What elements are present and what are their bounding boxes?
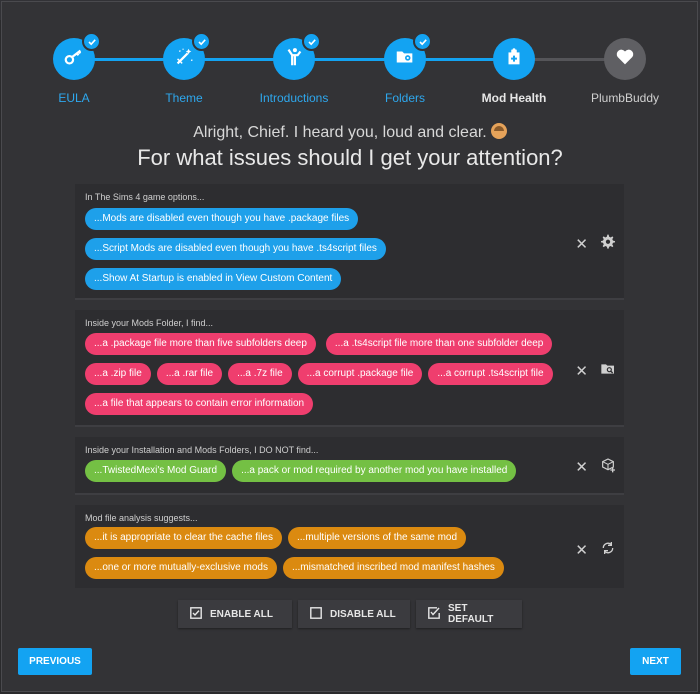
option-chip[interactable]: ...Script Mods are disabled even though … [85,238,386,260]
set-default-label: SET DEFAULT [448,603,494,625]
section-game-options: In The Sims 4 game options... ...Mods ar… [75,184,624,300]
gear-icon[interactable] [600,234,616,255]
option-chip[interactable]: ...TwistedMexi's Mod Guard [85,460,227,482]
previous-button[interactable]: PREVIOUS [18,648,92,675]
option-chip[interactable]: ...a corrupt .ts4script file [428,363,553,385]
checklist-icon [428,606,440,622]
folder-location-icon [394,46,416,73]
checkmark-icon [82,32,101,51]
heart-icon [614,46,636,73]
option-chip[interactable]: ...multiple versions of the same mod [287,527,467,549]
medical-clipboard-icon [503,46,525,73]
checkmark-icon [192,32,211,51]
section-analysis: Mod file analysis suggests... ...it is a… [75,505,624,588]
option-chip[interactable]: ...a .rar file [156,363,223,385]
step-label: Introductions [259,91,329,105]
option-chip[interactable]: ...a pack or mod required by another mod… [232,460,517,482]
checkbox-empty-icon [310,606,322,622]
section-title: Inside your Mods Folder, I find... [85,318,214,328]
disable-all-label: DISABLE ALL [330,608,396,620]
section-title: Inside your Installation and Mods Folder… [85,445,319,455]
option-chip[interactable]: ...it is appropriate to clear the cache … [85,527,282,549]
bulk-actions: ENABLE ALL DISABLE ALL SET DEFAULT [0,600,700,628]
step-theme[interactable]: Theme [124,32,244,105]
setup-stepper: EULA Theme Introductions Folders Mod Hea… [0,0,700,110]
magic-wand-icon [173,46,195,73]
option-chip[interactable]: ...a .7z file [228,363,292,385]
step-eula[interactable]: EULA [14,32,134,105]
step-label: PlumbBuddy [590,91,660,105]
step-label: Theme [165,91,203,105]
option-chip[interactable]: ...mismatched inscribed mod manifest has… [282,557,504,579]
set-default-button[interactable]: SET DEFAULT [416,600,522,628]
checkmark-icon [302,32,321,51]
step-mod-health[interactable]: Mod Health [454,38,574,105]
option-chip[interactable]: ...a corrupt .package file [297,363,423,385]
sync-icon[interactable] [600,540,616,561]
option-chip[interactable]: ...Mods are disabled even though you hav… [85,208,359,230]
clear-section-button[interactable]: ✕ [575,460,588,475]
step-plumbbuddy[interactable]: PlumbBuddy [565,38,685,105]
step-label: EULA [58,91,90,105]
section-not-found: Inside your Installation and Mods Folder… [75,437,624,495]
step-folders[interactable]: Folders [345,32,465,105]
page-title: For what issues should I get your attent… [137,145,563,170]
person-waving-icon [283,46,305,73]
clear-section-button[interactable]: ✕ [575,543,588,558]
step-label: Folders [384,91,425,105]
intro-line: Alright, Chief. I heard you, loud and cl… [193,124,487,141]
section-title: Mod file analysis suggests... [85,513,198,523]
checkbox-checked-icon [190,606,202,622]
option-chip[interactable]: ...a .ts4script file more than one subfo… [325,333,553,355]
clear-section-button[interactable]: ✕ [575,237,588,252]
option-chip[interactable]: ...Show At Startup is enabled in View Cu… [85,268,342,290]
option-chip[interactable]: ...a .package file more than five subfol… [85,333,316,355]
section-title: In The Sims 4 game options... [85,192,205,202]
option-chip[interactable]: ...a file that appears to contain error … [85,393,314,415]
enable-all-button[interactable]: ENABLE ALL [178,600,292,628]
step-introductions[interactable]: Introductions [234,32,354,105]
folder-search-icon[interactable] [600,361,616,382]
section-mods-folder: Inside your Mods Folder, I find... ...a … [75,310,624,427]
step-label: Mod Health [481,91,547,105]
next-button[interactable]: NEXT [630,648,681,675]
package-add-icon[interactable] [600,457,616,478]
checkmark-icon [413,32,432,51]
option-chip[interactable]: ...one or more mutually-exclusive mods [85,557,277,579]
option-chip[interactable]: ...a .zip file [85,363,151,385]
enable-all-label: ENABLE ALL [210,608,273,620]
disable-all-button[interactable]: DISABLE ALL [298,600,410,628]
chief-emoji-icon [490,123,507,139]
clear-section-button[interactable]: ✕ [575,364,588,379]
intro-text: Alright, Chief. I heard you, loud and cl… [0,123,700,142]
key-icon [63,46,85,73]
